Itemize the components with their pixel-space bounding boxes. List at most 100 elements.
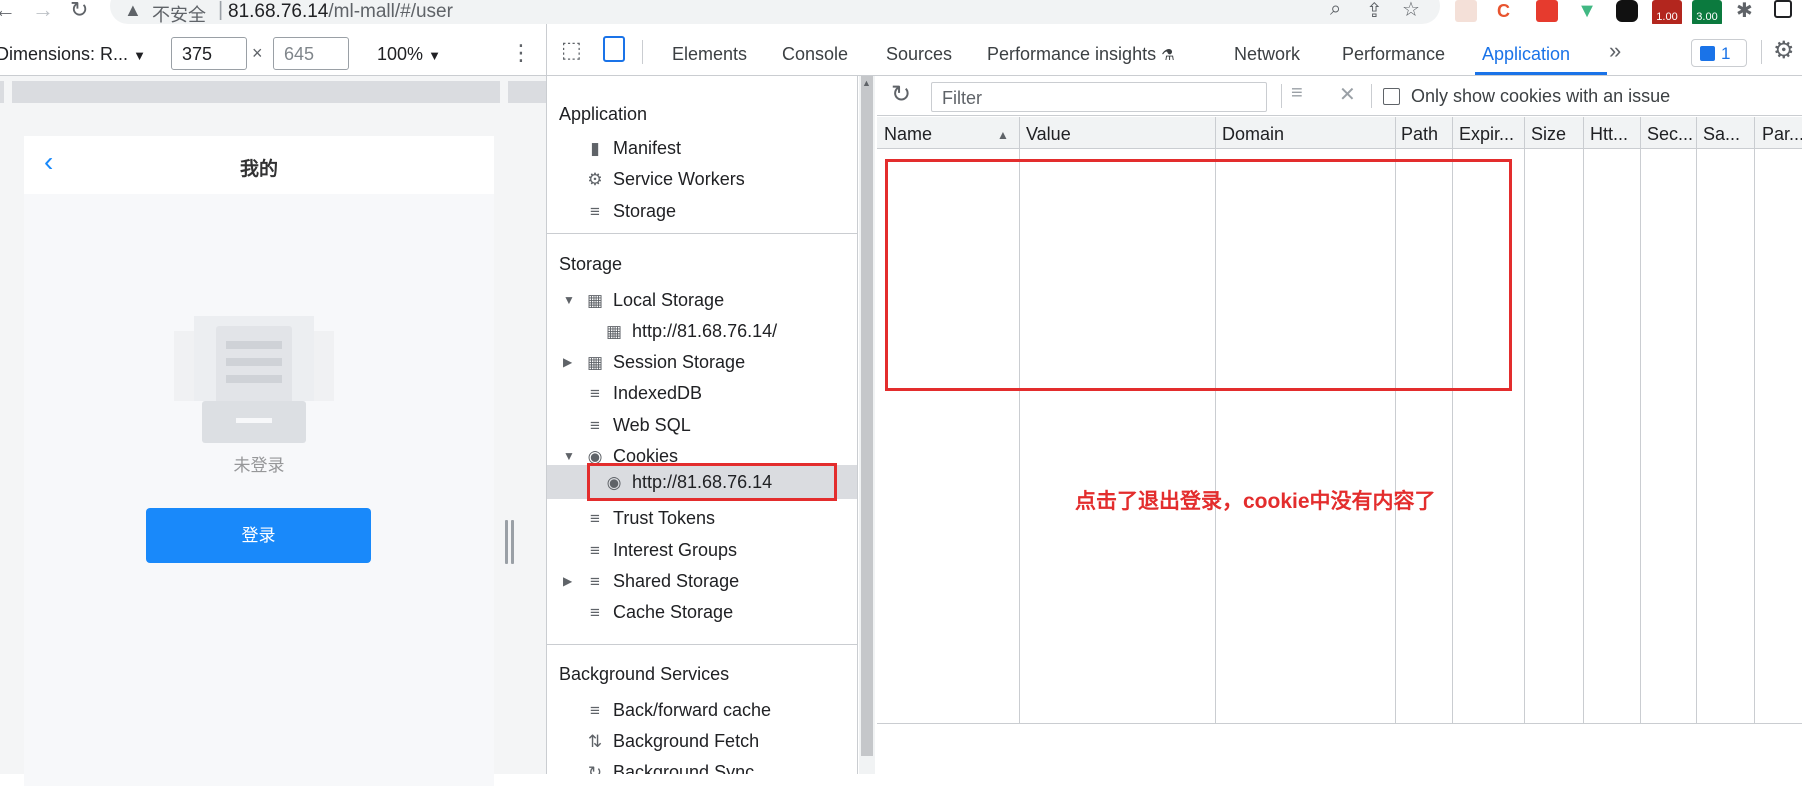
column-size[interactable]: Size <box>1531 124 1566 145</box>
dimensions-select[interactable]: Dimensions: R... ▼ <box>0 44 146 65</box>
sidebar-item-local-storage[interactable]: ▼ ▦ Local Storage <box>563 286 724 314</box>
column-divider[interactable] <box>1640 117 1641 723</box>
collapsed-triangle-icon: ▶ <box>563 355 573 369</box>
column-divider[interactable] <box>1524 117 1525 723</box>
settings-gear-icon[interactable]: ⚙ <box>1773 36 1795 65</box>
column-expires[interactable]: Expir... <box>1459 124 1514 145</box>
delete-icon[interactable]: ✕ <box>1339 82 1356 107</box>
filter-input[interactable]: Filter <box>931 82 1267 112</box>
devtools: ⬚ Elements Console Sources Performance i… <box>546 24 1802 774</box>
vue-devtools-icon[interactable]: ▼ <box>1576 0 1598 22</box>
sidebar-item-service-workers[interactable]: ⚙ Service Workers <box>585 165 744 193</box>
only-issues-checkbox[interactable] <box>1383 88 1400 105</box>
inspect-element-icon[interactable]: ⬚ <box>561 37 582 63</box>
column-value[interactable]: Value <box>1026 124 1071 145</box>
sidebar-item-background-fetch[interactable]: ⇅ Background Fetch <box>585 727 759 755</box>
flask-icon: ⚗ <box>1161 47 1175 64</box>
sidebar-scrollbar[interactable]: ▲ <box>859 76 875 774</box>
device-toggle-icon[interactable] <box>603 36 625 62</box>
bookmark-star-icon[interactable]: ☆ <box>1402 0 1420 22</box>
sidebar-item-manifest[interactable]: ▮ Manifest <box>585 134 681 162</box>
column-partition[interactable]: Par... <box>1762 124 1802 145</box>
not-logged-in-text: 未登录 <box>233 456 285 475</box>
tab-network[interactable]: Network <box>1234 44 1300 65</box>
phone-screen: ‹ 我的 未登录 登录 <box>24 136 494 786</box>
table-icon: ▦ <box>586 353 604 372</box>
extension-badge[interactable]: 3.00 <box>1692 0 1722 26</box>
puzzle-icon[interactable]: ✱ <box>1736 0 1753 23</box>
cookie-table-header: Name ▲ Value Domain Path Expir... Size H… <box>877 117 1802 149</box>
resize-handle[interactable] <box>505 520 515 564</box>
sidebar-item-cache-storage[interactable]: ≡ Cache Storage <box>585 598 733 626</box>
extension-icon[interactable]: C <box>1497 0 1519 22</box>
annotation-empty-table-box <box>885 159 1512 391</box>
extension-icon[interactable] <box>1455 0 1477 22</box>
issues-badge[interactable]: 1 <box>1691 39 1747 67</box>
column-httponly[interactable]: Htt... <box>1590 124 1628 145</box>
sidebar-item-session-storage[interactable]: ▶ ▦ Session Storage <box>563 348 745 376</box>
sidebar-item-websql[interactable]: ≡ Web SQL <box>585 411 691 439</box>
column-divider[interactable] <box>1754 117 1755 723</box>
more-tabs-icon[interactable]: » <box>1609 38 1621 64</box>
times-sign: × <box>252 43 263 63</box>
sidebar-item-bfcache[interactable]: ≡ Back/forward cache <box>585 696 771 724</box>
sidebar-item-local-storage-origin[interactable]: ▦ http://81.68.76.14/ <box>604 317 777 345</box>
back-icon[interactable]: ← <box>0 0 16 23</box>
share-icon[interactable]: ⇪ <box>1366 0 1383 23</box>
database-icon: ≡ <box>590 701 600 720</box>
login-button[interactable]: 登录 <box>146 508 371 563</box>
extension-icon[interactable] <box>1536 0 1558 22</box>
sidebar-item-shared-storage[interactable]: ▶ ≡ Shared Storage <box>563 567 739 595</box>
tab-application[interactable]: Application <box>1482 44 1570 65</box>
clear-filtered-icon[interactable]: ≡ <box>1291 82 1303 105</box>
extension-badge[interactable]: 1.00 <box>1652 0 1682 26</box>
collapsed-triangle-icon: ▶ <box>563 574 573 588</box>
database-icon: ≡ <box>590 603 600 622</box>
browser-toolbar: ← → ↻ ▲ 不安全 | 81.68.76.14/ml-mall/#/user… <box>0 0 1802 26</box>
only-issues-label: Only show cookies with an issue <box>1411 86 1671 106</box>
sidebar-item-storage[interactable]: ≡ Storage <box>585 197 676 225</box>
forward-icon[interactable]: → <box>32 0 54 23</box>
reload-icon[interactable]: ↻ <box>70 0 88 23</box>
cookies-pane: ↻ Filter ≡ ✕ Only show cookies with an i… <box>877 76 1802 774</box>
sidebar-item-trust-tokens[interactable]: ≡ Trust Tokens <box>585 504 715 532</box>
width-input[interactable]: 375 <box>171 37 247 70</box>
scrollbar-thumb[interactable] <box>861 76 873 756</box>
extension-icon[interactable] <box>1616 0 1638 22</box>
cookies-toolbar: ↻ Filter ≡ ✕ Only show cookies with an i… <box>877 76 1802 116</box>
table-bottom-border <box>877 723 1802 724</box>
scroll-up-icon[interactable]: ▲ <box>862 78 871 88</box>
sidebar-item-interest-groups[interactable]: ≡ Interest Groups <box>585 536 737 564</box>
media-query-ruler[interactable] <box>0 81 546 103</box>
gear-icon: ⚙ <box>587 170 603 189</box>
omnibox[interactable]: ▲ 不安全 | 81.68.76.14/ml-mall/#/user ⌕ ⇪ ☆ <box>110 0 1440 25</box>
column-divider[interactable] <box>1696 117 1697 723</box>
tab-sources[interactable]: Sources <box>886 44 952 65</box>
column-divider[interactable] <box>1583 117 1584 723</box>
table-icon: ▦ <box>586 291 604 310</box>
column-name[interactable]: Name <box>884 124 932 145</box>
sidebar-item-background-sync[interactable]: ↻ Background Sync <box>585 758 754 774</box>
sidepanel-icon[interactable] <box>1774 0 1792 18</box>
column-secure[interactable]: Sec... <box>1647 124 1693 145</box>
height-input[interactable]: 645 <box>273 37 349 70</box>
database-icon: ≡ <box>590 572 600 591</box>
tab-elements[interactable]: Elements <box>672 44 747 65</box>
page-title: 我的 <box>239 159 278 180</box>
tab-performance[interactable]: Performance <box>1342 44 1445 65</box>
issue-icon <box>1700 46 1715 61</box>
separator: | <box>218 0 224 21</box>
refresh-icon[interactable]: ↻ <box>891 80 911 109</box>
more-options-icon[interactable]: ⋮ <box>510 40 532 66</box>
zoom-select[interactable]: 100% ▼ <box>377 44 441 65</box>
column-domain[interactable]: Domain <box>1222 124 1284 145</box>
column-samesite[interactable]: Sa... <box>1703 124 1740 145</box>
sidebar-item-indexeddb[interactable]: ≡ IndexedDB <box>585 379 702 407</box>
column-path[interactable]: Path <box>1401 124 1438 145</box>
url-text[interactable]: 81.68.76.14/ml-mall/#/user <box>228 1 453 23</box>
tab-console[interactable]: Console <box>782 44 848 65</box>
empty-state-illustration <box>174 316 334 443</box>
zoom-icon[interactable]: ⌕ <box>1330 0 1341 21</box>
file-icon: ▮ <box>590 139 600 158</box>
tab-performance-insights[interactable]: Performance insights ⚗ <box>987 44 1175 65</box>
